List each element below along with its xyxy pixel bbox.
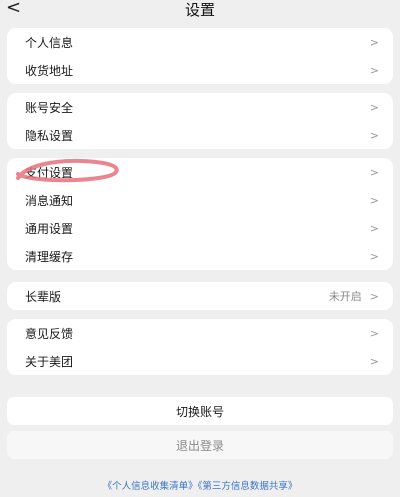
back-icon[interactable]: < xyxy=(6,0,21,18)
chevron-right-icon: > xyxy=(369,35,379,49)
chevron-right-icon: > xyxy=(369,165,379,179)
row-status-value: 未开启 xyxy=(328,290,362,303)
chevron-right-icon: > xyxy=(369,249,379,263)
row-about-meituan[interactable]: 关于美团 > xyxy=(7,347,393,375)
row-account-security[interactable]: 账号安全 > xyxy=(7,93,393,121)
chevron-right-icon: > xyxy=(369,221,379,235)
row-payment-settings[interactable]: 支付设置 > xyxy=(7,158,393,186)
row-label: 清理缓存 xyxy=(25,249,74,264)
row-personal-info[interactable]: 个人信息 > xyxy=(7,28,393,56)
row-feedback[interactable]: 意见反馈 > xyxy=(7,319,393,347)
switch-account-button[interactable]: 切换账号 xyxy=(7,397,393,425)
logout-button[interactable]: 退出登录 xyxy=(7,431,393,459)
row-label: 收货地址 xyxy=(25,63,74,78)
row-clear-cache[interactable]: 清理缓存 > xyxy=(7,242,393,270)
row-label: 消息通知 xyxy=(25,193,74,208)
chevron-right-icon: > xyxy=(369,354,379,368)
row-label: 支付设置 xyxy=(25,165,74,180)
page-title: 设置 xyxy=(184,0,215,19)
row-general-settings[interactable]: 通用设置 > xyxy=(7,214,393,242)
row-shipping-address[interactable]: 收货地址 > xyxy=(7,56,393,84)
header: < 设置 xyxy=(0,0,400,22)
chevron-right-icon: > xyxy=(369,289,379,303)
row-notifications[interactable]: 消息通知 > xyxy=(7,186,393,214)
footer-policy-links[interactable]: 《个人信息收集清单》《第三方信息数据共享》 xyxy=(0,478,400,492)
group-about: 意见反馈 > 关于美团 > xyxy=(7,319,393,375)
row-label: 隐私设置 xyxy=(25,128,74,143)
chevron-right-icon: > xyxy=(369,326,379,340)
group-elder-mode: 长辈版 未开启 > xyxy=(7,282,393,310)
group-profile: 个人信息 > 收货地址 > xyxy=(7,28,393,84)
settings-page: < 设置 个人信息 > 收货地址 > 账号安全 > 隐私设置 > 支付设置 > … xyxy=(0,0,400,497)
row-label: 意见反馈 xyxy=(25,326,74,341)
chevron-right-icon: > xyxy=(369,63,379,77)
group-general: 支付设置 > 消息通知 > 通用设置 > 清理缓存 > xyxy=(7,158,393,270)
group-security: 账号安全 > 隐私设置 > xyxy=(7,93,393,149)
row-label: 长辈版 xyxy=(25,289,62,304)
row-label: 关于美团 xyxy=(25,354,74,369)
row-label: 通用设置 xyxy=(25,221,74,236)
chevron-right-icon: > xyxy=(369,100,379,114)
chevron-right-icon: > xyxy=(369,128,379,142)
row-privacy-settings[interactable]: 隐私设置 > xyxy=(7,121,393,149)
row-elder-mode[interactable]: 长辈版 未开启 > xyxy=(7,282,393,310)
row-label: 账号安全 xyxy=(25,100,74,115)
chevron-right-icon: > xyxy=(369,193,379,207)
row-label: 个人信息 xyxy=(25,35,74,50)
